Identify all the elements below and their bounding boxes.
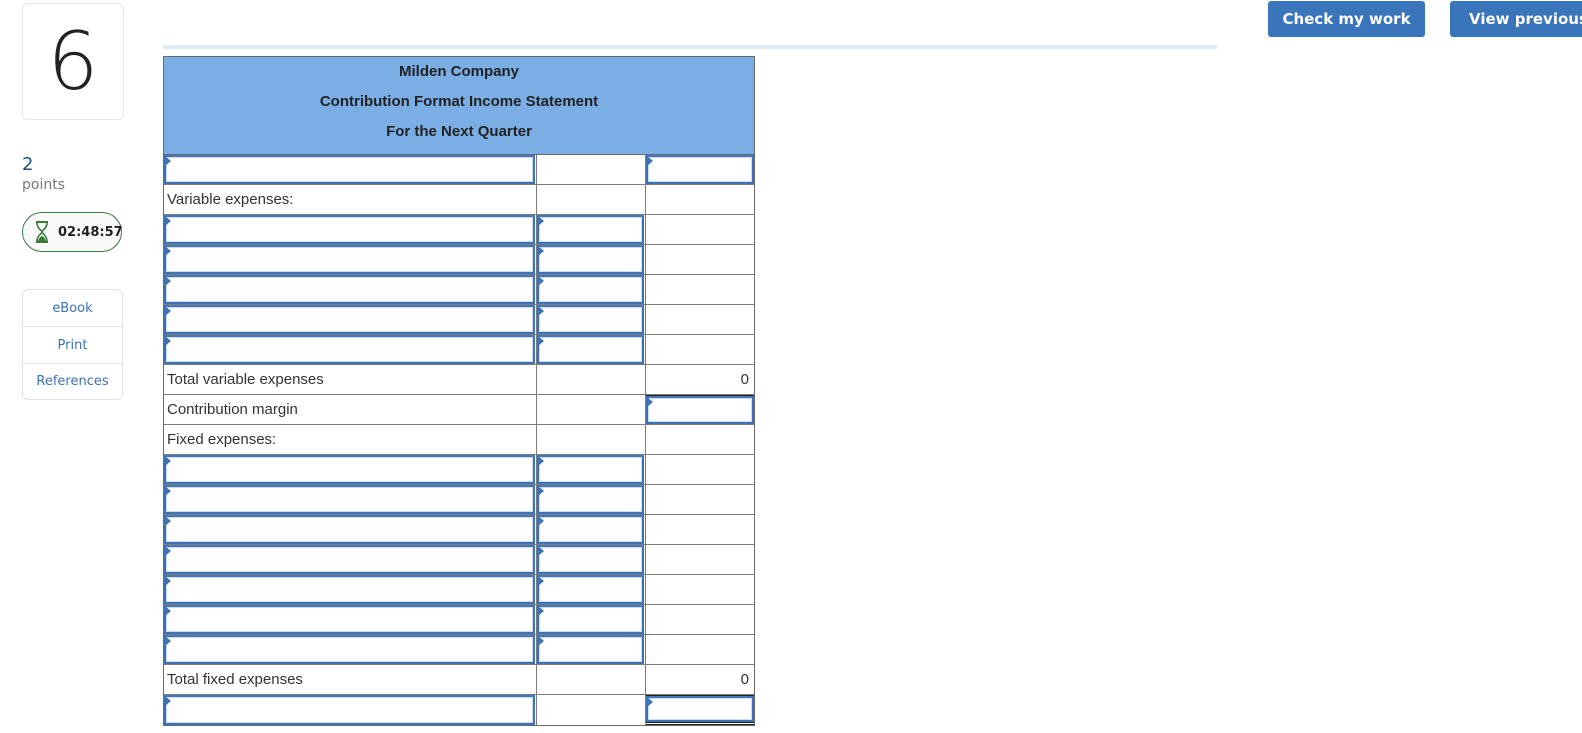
expense-label-input[interactable] [164,635,535,664]
empty-cell [646,215,754,244]
income-statement-table: Milden Company Contribution Format Incom… [163,56,755,726]
net-income-amount-input[interactable] [646,696,754,722]
empty-cell [537,395,646,424]
empty-cell [537,185,646,214]
table-row-contribution-margin: Contribution margin [164,395,754,425]
expense-amount-input[interactable] [537,305,644,334]
view-previous-button[interactable]: View previous [1450,1,1582,37]
check-my-work-button[interactable]: Check my work [1268,1,1425,37]
table-row-variable-header: Variable expenses: [164,185,754,215]
empty-cell [646,605,754,634]
total-fixed-expenses-label: Total fixed expenses [167,671,303,688]
empty-cell [537,695,646,725]
statement-title: Contribution Format Income Statement [319,93,599,110]
expense-amount-input[interactable] [537,215,644,244]
empty-cell [646,545,754,574]
expense-label-input[interactable] [164,245,535,274]
print-link[interactable]: Print [23,327,122,364]
expense-label-input[interactable] [164,515,535,544]
expense-amount-input[interactable] [537,455,644,484]
empty-cell [646,485,754,514]
empty-cell [646,515,754,544]
table-row-fixed-expense [164,515,754,545]
empty-cell [646,635,754,664]
expense-amount-input[interactable] [537,605,644,634]
empty-cell [537,665,646,694]
expense-label-input[interactable] [164,275,535,304]
expense-amount-input[interactable] [537,485,644,514]
total-variable-expenses-label: Total variable expenses [167,371,324,388]
timer-badge: 02:48:57 [22,212,123,252]
expense-label-input[interactable] [164,605,535,634]
empty-cell [646,425,754,454]
table-row-fixed-expense [164,455,754,485]
ebook-link[interactable]: eBook [23,290,122,327]
empty-cell [646,185,754,214]
expense-amount-input[interactable] [537,335,644,364]
timer-text: 02:48:57 [58,224,123,240]
hourglass-icon [35,221,49,243]
sales-amount-input[interactable] [646,155,754,184]
table-row-variable-expense [164,305,754,335]
expense-amount-input[interactable] [537,245,644,274]
contribution-margin-label: Contribution margin [167,401,298,418]
total-fixed-expenses-value: 0 [740,671,749,688]
table-row-total-variable: Total variable expenses 0 [164,365,754,395]
table-row-total-fixed: Total fixed expenses 0 [164,665,754,695]
expense-label-input[interactable] [164,545,535,574]
table-row-fixed-expense [164,635,754,665]
table-row-variable-expense [164,275,754,305]
expense-amount-input[interactable] [537,545,644,574]
contribution-margin-input[interactable] [646,396,754,424]
total-variable-expenses-value: 0 [740,371,749,388]
empty-cell [537,365,646,394]
tools-panel: eBook Print References [22,289,123,400]
expense-label-input[interactable] [164,215,535,244]
table-row-fixed-expense [164,545,754,575]
table-row-net-operating-income [164,695,754,725]
question-number: 6 [22,3,124,120]
table-row-sales [164,155,754,185]
empty-cell [537,425,646,454]
empty-cell [646,455,754,484]
table-row-fixed-expense [164,605,754,635]
statement-header: Milden Company Contribution Format Incom… [164,57,754,155]
expense-label-input[interactable] [164,485,535,514]
divider [163,45,1217,49]
empty-cell [646,305,754,334]
expense-label-input[interactable] [164,575,535,604]
table-row-variable-expense [164,335,754,365]
expense-amount-input[interactable] [537,515,644,544]
company-name: Milden Company [398,63,519,80]
expense-amount-input[interactable] [537,275,644,304]
references-link[interactable]: References [23,364,122,399]
table-row-fixed-header: Fixed expenses: [164,425,754,455]
expense-label-input[interactable] [164,455,535,484]
points-label: points [22,177,65,193]
empty-cell [537,155,646,184]
points-value: 2 [22,154,34,175]
fixed-expenses-label: Fixed expenses: [167,431,277,448]
sales-label-input[interactable] [164,155,535,184]
empty-cell [646,245,754,274]
table-row-variable-expense [164,245,754,275]
expense-amount-input[interactable] [537,635,644,664]
net-income-label-input[interactable] [164,695,535,725]
expense-label-input[interactable] [164,335,535,364]
expense-amount-input[interactable] [537,575,644,604]
statement-period: For the Next Quarter [386,123,532,140]
empty-cell [646,335,754,364]
table-row-fixed-expense [164,485,754,515]
table-row-variable-expense [164,215,754,245]
variable-expenses-label: Variable expenses: [167,191,294,208]
empty-cell [646,275,754,304]
empty-cell [646,575,754,604]
table-row-fixed-expense [164,575,754,605]
expense-label-input[interactable] [164,305,535,334]
